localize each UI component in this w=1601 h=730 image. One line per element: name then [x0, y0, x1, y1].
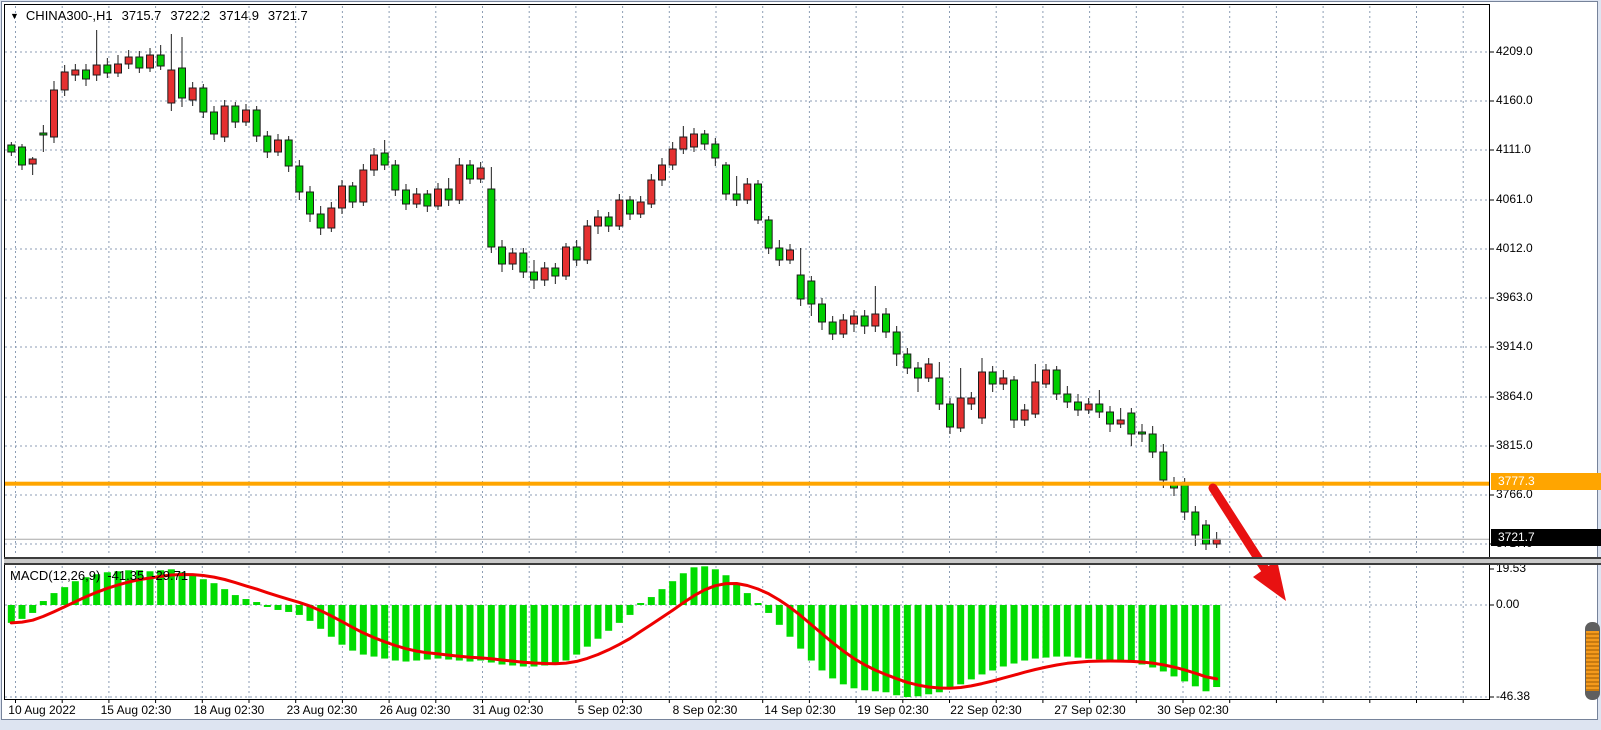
- quote-low: 3714.9: [219, 8, 259, 23]
- time-axis-label: 26 Aug 02:30: [371, 703, 459, 717]
- price-axis-label: 3914.0: [1496, 339, 1533, 353]
- time-axis-label: 8 Sep 02:30: [661, 703, 749, 717]
- quote-close: 3721.7: [268, 8, 308, 23]
- time-axis-label: 15 Aug 02:30: [92, 703, 180, 717]
- panel-splitter[interactable]: [4, 557, 1601, 565]
- hline-price-label: 3777.3: [1491, 473, 1601, 490]
- price-lines: [5, 482, 1489, 540]
- quote-open: 3715.7: [122, 8, 162, 23]
- current-price-label: 3721.7: [1491, 529, 1601, 546]
- macd-main-value: -41.35: [107, 568, 144, 583]
- macd-name: MACD(12,26,9): [10, 568, 100, 583]
- scrollbar-thumb-stripes: [1586, 631, 1599, 691]
- horizontal-line-3777[interactable]: [5, 482, 1489, 486]
- price-axis-label: 4061.0: [1496, 192, 1533, 206]
- time-axis-label: 18 Aug 02:30: [185, 703, 273, 717]
- candlestick-series: [8, 30, 1220, 550]
- price-axis-label: 3815.0: [1496, 438, 1533, 452]
- time-axis-label: 10 Aug 2022: [0, 703, 86, 717]
- time-axis-label: 30 Sep 02:30: [1149, 703, 1237, 717]
- time-axis-label: 31 Aug 02:30: [464, 703, 552, 717]
- time-axis-label: 14 Sep 02:30: [756, 703, 844, 717]
- symbol-label: CHINA300-,H1: [26, 8, 113, 23]
- macd-signal-value: -29.71: [151, 568, 188, 583]
- time-axis-label: 19 Sep 02:30: [849, 703, 937, 717]
- chart-inner-area: ▼ CHINA300-,H1 3715.7 3722.2 3714.9 3721.7 MA…: [1, 1, 1598, 720]
- quote-high: 3722.2: [170, 8, 210, 23]
- time-axis-label: 5 Sep 02:30: [566, 703, 654, 717]
- price-axis-label: 4209.0: [1496, 44, 1533, 58]
- title-bar: ▼ CHINA300-,H1 3715.7 3722.2 3714.9 3721.7: [10, 8, 308, 23]
- price-axis-label: 4012.0: [1496, 241, 1533, 255]
- price-axis-label: 4111.0: [1496, 142, 1531, 156]
- chart-window: ▼ CHINA300-,H1 3715.7 3722.2 3714.9 3721.7 MA…: [0, 0, 1601, 730]
- price-axis-label: 3963.0: [1496, 290, 1533, 304]
- price-axis-label: 4160.0: [1496, 93, 1533, 107]
- chart-canvas[interactable]: [2, 2, 1601, 730]
- time-axis-label: 22 Sep 02:30: [942, 703, 1030, 717]
- price-axis-label: 3864.0: [1496, 389, 1533, 403]
- symbol-dropdown-icon[interactable]: ▼: [10, 11, 19, 21]
- axis-ticks: [16, 52, 1495, 703]
- scrollbar-thumb[interactable]: [1585, 622, 1600, 700]
- macd-indicator-label: MACD(12,26,9) -41.35 -29.71: [10, 568, 188, 583]
- macd-axis-label: 0.00: [1496, 597, 1519, 611]
- time-axis-label: 27 Sep 02:30: [1046, 703, 1134, 717]
- time-axis-label: 23 Aug 02:30: [278, 703, 366, 717]
- macd-histogram: [8, 566, 1220, 697]
- macd-axis-label: -46.38: [1496, 689, 1530, 703]
